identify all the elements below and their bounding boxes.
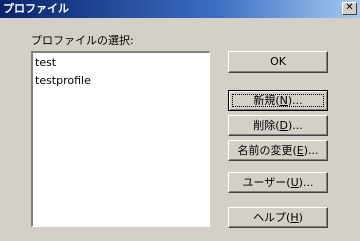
ok-button-label: OK xyxy=(270,55,286,68)
profile-listbox[interactable]: test testprofile xyxy=(31,51,210,227)
ok-button[interactable]: OK xyxy=(228,51,328,73)
help-button-label: ヘルプ(H) xyxy=(253,211,303,224)
help-button[interactable]: ヘルプ(H) xyxy=(228,207,328,228)
users-button-label: ユーザー(U)... xyxy=(242,176,314,189)
list-item[interactable]: testprofile xyxy=(35,73,91,89)
rename-button-label: 名前の変更(E)... xyxy=(237,144,319,157)
new-button[interactable]: 新規(N)... xyxy=(228,90,328,111)
close-icon: ✕ xyxy=(345,2,354,13)
list-item[interactable]: test xyxy=(35,55,56,71)
title-bar[interactable]: プロファイル ✕ xyxy=(0,0,360,18)
users-button[interactable]: ユーザー(U)... xyxy=(228,172,328,193)
profile-dialog: プロファイル ✕ プロファイルの選択: test testprofile OK … xyxy=(0,0,360,241)
new-button-label: 新規(N)... xyxy=(253,94,303,107)
rename-button[interactable]: 名前の変更(E)... xyxy=(228,140,328,161)
delete-button-label: 削除(D)... xyxy=(253,119,303,132)
profile-list-label: プロファイルの選択: xyxy=(31,34,134,47)
close-button[interactable]: ✕ xyxy=(342,2,357,15)
window-title: プロファイル xyxy=(3,2,69,15)
delete-button[interactable]: 削除(D)... xyxy=(228,115,328,136)
